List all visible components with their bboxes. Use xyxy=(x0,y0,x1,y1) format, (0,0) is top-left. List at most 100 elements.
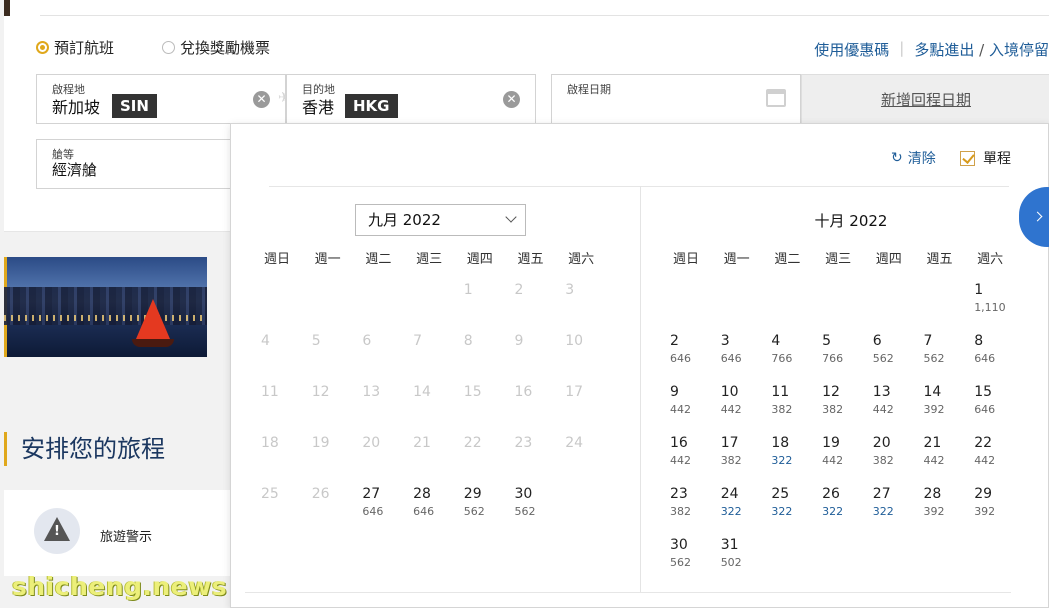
radio-selected-icon xyxy=(36,41,49,54)
add-return-date-button[interactable]: 新增回程日期 xyxy=(801,74,1049,124)
calendar-day[interactable]: 28 392 xyxy=(918,486,966,532)
radio-redeem-award[interactable]: 兌換獎勵機票 xyxy=(162,37,270,58)
calendar-day: 11 xyxy=(255,384,303,430)
calendar-day[interactable]: 16 442 xyxy=(664,435,712,481)
weekday-header: 週六 xyxy=(568,252,595,267)
calendar-day: 23 xyxy=(509,435,557,481)
calendar-day[interactable]: 7 562 xyxy=(918,333,966,379)
calendar-day[interactable]: 21 442 xyxy=(918,435,966,481)
day-price: 646 xyxy=(720,352,742,365)
calendar-day[interactable]: 29 392 xyxy=(968,486,1016,532)
day-number: 29 xyxy=(463,486,482,502)
day-number: 26 xyxy=(311,486,330,502)
calendar-day[interactable]: 1 1,110 xyxy=(968,282,1016,328)
calendar-day[interactable]: 17 382 xyxy=(715,435,763,481)
calendar-day: 18 xyxy=(255,435,303,481)
calendar-day[interactable]: 2 646 xyxy=(664,333,712,379)
calendar-day[interactable]: 15 646 xyxy=(968,384,1016,430)
clear-destination-icon[interactable]: ✕ xyxy=(503,91,520,108)
calendar-day: 2 xyxy=(509,282,557,328)
day-number: 10 xyxy=(565,333,584,349)
day-price: 646 xyxy=(974,403,996,416)
calendar-day[interactable]: 22 442 xyxy=(968,435,1016,481)
calendar-day[interactable]: 12 382 xyxy=(816,384,864,430)
calendar-day[interactable]: 9 442 xyxy=(664,384,712,430)
travel-advisory-card[interactable]: 旅遊警示 xyxy=(4,490,230,576)
origin-field[interactable]: 啟程地 新加坡 SIN ✕ xyxy=(36,74,286,124)
calendar-day[interactable]: 20 382 xyxy=(867,435,915,481)
day-number: 27 xyxy=(362,486,381,502)
destination-city: 香港 xyxy=(302,98,335,117)
day-number: 16 xyxy=(670,435,688,451)
checkbox-checked-icon xyxy=(960,150,975,166)
day-number: 25 xyxy=(771,486,790,502)
day-number: 14 xyxy=(923,384,942,400)
calendar-day: 13 xyxy=(356,384,404,430)
weekday-header: 週四 xyxy=(875,252,902,267)
divider xyxy=(40,15,1049,16)
calendar-day[interactable]: 13 442 xyxy=(867,384,915,430)
calendar-day[interactable]: 14 392 xyxy=(918,384,966,430)
clear-dates-button[interactable]: ↻ 清除 xyxy=(891,148,936,168)
radio-book-flight[interactable]: 預訂航班 xyxy=(36,37,114,58)
calendar-day[interactable]: 31 502 xyxy=(715,537,763,583)
destination-code: HKG xyxy=(345,94,398,118)
calendar-day: 4 xyxy=(255,333,303,379)
section-title: 安排您的旅程 xyxy=(4,432,165,466)
calendar-day: 26 xyxy=(306,486,354,532)
calendar-day[interactable]: 4 766 xyxy=(765,333,813,379)
day-number: 1 xyxy=(974,282,984,298)
calendar-day[interactable]: 30 562 xyxy=(509,486,557,532)
calendar-day[interactable]: 19 442 xyxy=(816,435,864,481)
calendar-day[interactable]: 24 322 xyxy=(715,486,763,532)
day-number: 30 xyxy=(670,537,688,553)
multi-city-link[interactable]: 多點進出 / 入境停留 xyxy=(914,39,1049,60)
calendar-day[interactable]: 23 382 xyxy=(664,486,712,532)
day-number: 20 xyxy=(872,435,891,451)
calendar-day: 22 xyxy=(458,435,506,481)
calendar-day[interactable]: 11 382 xyxy=(765,384,813,430)
calendar-day[interactable]: 25 322 xyxy=(765,486,813,532)
calendar-day[interactable]: 27 322 xyxy=(867,486,915,532)
promo-code-link[interactable]: 使用優惠碼 xyxy=(814,39,889,60)
one-way-checkbox[interactable]: 單程 xyxy=(960,148,1011,168)
cabin-field[interactable]: 艙等 經濟艙 xyxy=(36,139,234,189)
calendar-day[interactable]: 29 562 xyxy=(458,486,506,532)
destination-field[interactable]: 目的地 香港 HKG ✕ xyxy=(286,74,536,124)
calendar-day[interactable]: 28 646 xyxy=(407,486,455,532)
origin-city: 新加坡 xyxy=(52,98,101,117)
calendar-day[interactable]: 27 646 xyxy=(356,486,404,532)
day-price: 442 xyxy=(670,454,691,467)
calendar-day[interactable]: 8 646 xyxy=(968,333,1016,379)
day-number: 6 xyxy=(872,333,882,349)
calendar-day[interactable]: 18 322 xyxy=(765,435,813,481)
calendar-day[interactable]: 3 646 xyxy=(715,333,763,379)
calendar-day: 1 xyxy=(458,282,506,328)
day-price: 442 xyxy=(923,454,945,467)
month-select[interactable]: 九月 2022 xyxy=(355,204,526,236)
day-price: 646 xyxy=(974,352,996,365)
calendar-day: 19 xyxy=(306,435,354,481)
day-price: 392 xyxy=(974,505,996,518)
day-number: 12 xyxy=(822,384,840,400)
day-price: 382 xyxy=(771,403,793,416)
calendar-day[interactable]: 5 766 xyxy=(816,333,864,379)
calendar-day[interactable]: 26 322 xyxy=(816,486,864,532)
day-price: 562 xyxy=(923,352,945,365)
depart-date-field[interactable]: 啟程日期 xyxy=(551,74,801,124)
radio-label: 兌換獎勵機票 xyxy=(180,39,271,57)
calendar-day[interactable]: 6 562 xyxy=(867,333,915,379)
day-number: 20 xyxy=(362,435,381,451)
day-number: 22 xyxy=(974,435,993,451)
hero-image[interactable] xyxy=(4,257,207,357)
calendar-day[interactable]: 10 442 xyxy=(715,384,763,430)
watermark: shicheng.news xyxy=(12,572,228,601)
day-price: 382 xyxy=(822,403,844,416)
month-divider xyxy=(640,186,641,592)
day-number: 21 xyxy=(923,435,942,451)
day-number: 17 xyxy=(565,384,584,400)
day-number: 21 xyxy=(413,435,431,451)
day-number: 18 xyxy=(771,435,790,451)
clear-origin-icon[interactable]: ✕ xyxy=(253,91,270,108)
calendar-day[interactable]: 30 562 xyxy=(664,537,712,583)
